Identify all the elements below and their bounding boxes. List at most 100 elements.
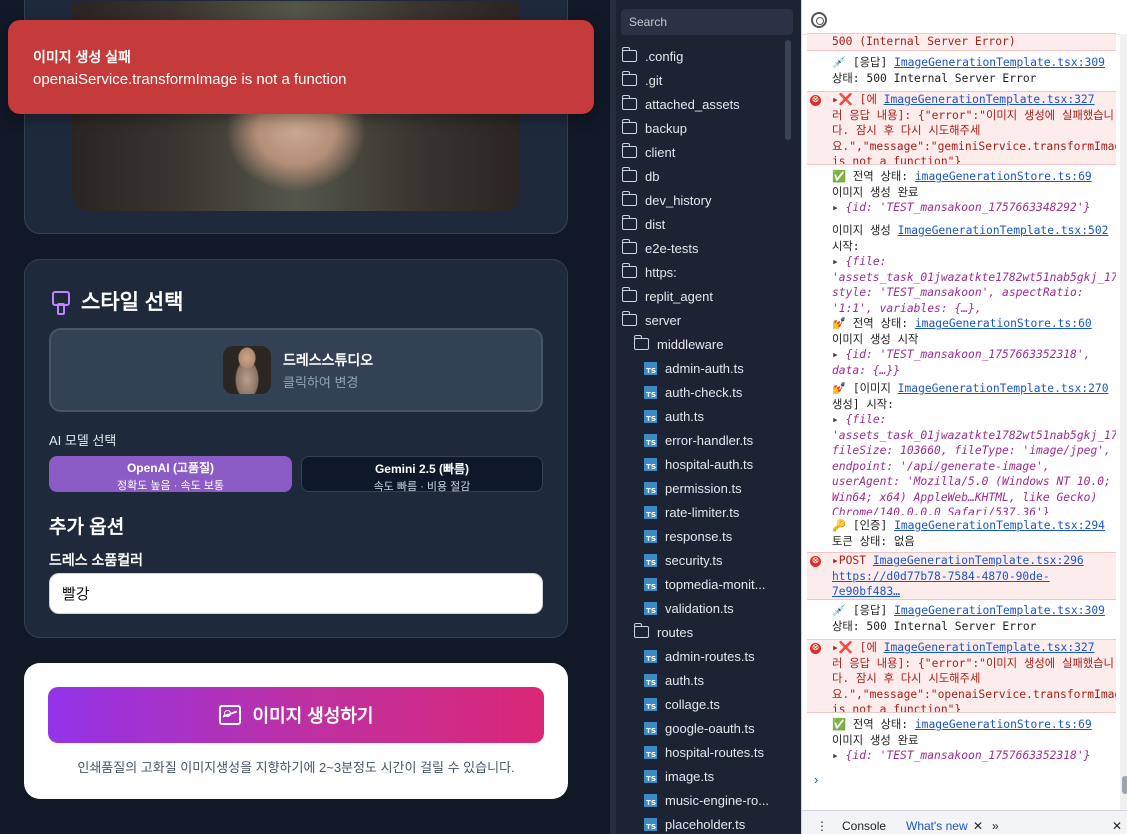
folder-icon <box>621 239 637 254</box>
tree-folder[interactable]: dist <box>621 212 666 236</box>
tree-folder[interactable]: routes <box>633 620 693 644</box>
tab-console[interactable]: Console <box>842 819 886 833</box>
expand-icon[interactable]: ▸ <box>832 749 846 762</box>
style-name: 드레스스튜디오 <box>283 352 374 368</box>
model-gemini-button[interactable]: Gemini 2.5 (빠름) 속도 빠름 · 비용 절감 <box>301 456 543 493</box>
tree-folder[interactable]: db <box>621 164 659 188</box>
source-link[interactable]: ImageGenerationTemplate.tsx:327 <box>884 641 1095 654</box>
tree-folder[interactable]: client <box>621 140 675 164</box>
source-link[interactable]: imageGenerationStore.ts:60 <box>915 317 1092 330</box>
tree-folder[interactable]: attached_assets <box>621 92 740 116</box>
style-selector[interactable]: 드레스스튜디오 클릭하여 변경 <box>49 328 543 412</box>
source-link[interactable]: ImageGenerationTemplate.tsx:309 <box>894 56 1105 69</box>
source-link[interactable]: imageGenerationStore.ts:69 <box>915 718 1092 731</box>
expand-icon[interactable]: ▸ <box>832 348 846 361</box>
tree-file[interactable]: TS security.ts <box>644 548 723 572</box>
tree-item-label: auth.ts <box>665 408 705 424</box>
console-log-entry[interactable]: 💅 전역 상태: imageGenerationStore.ts:60 이미지 생… <box>807 316 1116 378</box>
tree-scrollbar[interactable] <box>785 40 791 140</box>
console-log-entry[interactable]: ✅ 전역 상태: imageGenerationStore.ts:69 이미지 생… <box>807 169 1116 219</box>
expand-icon[interactable]: ▸ <box>832 413 846 426</box>
console-error-entry[interactable]: 500 (Internal Server Error) <box>807 33 1116 51</box>
tree-file[interactable]: TS validation.ts <box>644 596 734 620</box>
tree-folder[interactable]: https: <box>621 260 677 284</box>
console-log-entry[interactable]: 💉 [응답] ImageGenerationTemplate.tsx:309 상태… <box>807 603 1116 637</box>
tree-file[interactable]: TS auth.ts <box>644 404 704 428</box>
tree-item-label: validation.ts <box>665 600 734 616</box>
tree-file[interactable]: TS placeholder.ts <box>644 812 745 834</box>
tab-whats-new[interactable]: What's new <box>906 819 968 833</box>
tree-item-label: hospital-routes.ts <box>665 744 764 760</box>
error-icon: ⊗ <box>810 556 821 567</box>
close-icon[interactable]: ✕ <box>973 819 983 833</box>
request-url-link[interactable]: https://d0d77b78-7584-4870-90de-7e90bf48… <box>832 570 1050 599</box>
tree-file[interactable]: TS rate-limiter.ts <box>644 500 739 524</box>
folder-icon <box>621 311 637 326</box>
source-link[interactable]: imageGenerationStore.ts:69 <box>915 170 1092 183</box>
expand-icon[interactable]: ▸ <box>832 255 846 268</box>
source-link[interactable]: ImageGenerationTemplate.tsx:502 <box>898 224 1109 237</box>
tree-folder[interactable]: dev_history <box>621 188 711 212</box>
model-openai-button[interactable]: OpenAI (고품질) 정확도 높음 · 속도 보통 <box>49 456 292 492</box>
console-log-entry[interactable]: 💅 [이미지 ImageGenerationTemplate.tsx:270 생성… <box>807 381 1116 515</box>
dress-color-input[interactable] <box>49 573 543 614</box>
source-link[interactable]: ImageGenerationTemplate.tsx:327 <box>884 93 1095 106</box>
gear-icon[interactable] <box>811 12 827 28</box>
tree-file[interactable]: TS auth-check.ts <box>644 380 742 404</box>
tree-file[interactable]: TS image.ts <box>644 764 714 788</box>
tree-file[interactable]: TS auth.ts <box>644 668 704 692</box>
source-link[interactable]: ImageGenerationTemplate.tsx:309 <box>894 604 1105 617</box>
tree-folder[interactable]: .git <box>621 68 662 92</box>
tree-folder[interactable]: backup <box>621 116 687 140</box>
folder-icon <box>621 287 637 302</box>
close-drawer-icon[interactable]: ✕ <box>1112 819 1122 833</box>
devtools-drawer-tabs: ⋮ Console What's new ✕ » ✕ <box>802 810 1127 834</box>
source-link[interactable]: ImageGenerationTemplate.tsx:296 <box>873 554 1084 567</box>
expand-icon[interactable]: ▸ <box>832 201 846 214</box>
image-icon <box>218 705 241 725</box>
tree-file[interactable]: TS response.ts <box>644 524 732 548</box>
tree-folder[interactable]: middleware <box>633 332 723 356</box>
tree-folder[interactable]: e2e-tests <box>621 236 698 260</box>
typescript-file-icon: TS <box>644 361 657 375</box>
generate-image-button[interactable]: 이미지 생성하기 <box>48 687 544 743</box>
file-search-input[interactable] <box>621 9 793 35</box>
tree-file[interactable]: TS permission.ts <box>644 476 742 500</box>
log-prefix: 🔑 [인증] <box>832 519 888 532</box>
tree-file[interactable]: TS admin-auth.ts <box>644 356 744 380</box>
folder-icon <box>621 47 637 62</box>
error-toast[interactable]: 이미지 생성 실패 openaiService.transformImage i… <box>8 20 594 114</box>
console-error-entry[interactable]: ⊗ ▸POST ImageGenerationTemplate.tsx:296 ht… <box>807 552 1116 600</box>
source-link[interactable]: ImageGenerationTemplate.tsx:270 <box>898 382 1109 395</box>
tree-file[interactable]: TS collage.ts <box>644 692 720 716</box>
tree-file[interactable]: TS google-oauth.ts <box>644 716 755 740</box>
tree-file[interactable]: TS music-engine-ro... <box>644 788 769 812</box>
console-log-entry[interactable]: 🔑 [인증] ImageGenerationTemplate.tsx:294 토큰… <box>807 518 1116 548</box>
tree-item-label: dist <box>645 216 666 232</box>
log-prefix: 💅 전역 상태: <box>832 317 909 330</box>
console-scrollbar-track[interactable] <box>1120 34 1127 810</box>
console-log-entry[interactable]: 이미지 생성 ImageGenerationTemplate.tsx:502 시작… <box>807 223 1116 315</box>
console-log-entry[interactable]: 💉 [응답] ImageGenerationTemplate.tsx:309 상태… <box>807 55 1116 89</box>
console-error-entry[interactable]: ⊗ ▸❌ [에 ImageGenerationTemplate.tsx:327 러 … <box>807 639 1116 713</box>
tree-file[interactable]: TS hospital-routes.ts <box>644 740 764 764</box>
log-message: 이미지 생성 시작 <box>832 332 919 346</box>
source-link[interactable]: ImageGenerationTemplate.tsx:294 <box>894 519 1105 532</box>
toast-message: openaiService.transformImage is not a fu… <box>33 71 347 88</box>
tree-folder[interactable]: server <box>621 308 681 332</box>
tree-file[interactable]: TS error-handler.ts <box>644 428 753 452</box>
tree-file[interactable]: TS hospital-auth.ts <box>644 452 753 476</box>
console-log-entry[interactable]: ✅ 전역 상태: imageGenerationStore.ts:69 이미지 생… <box>807 717 1116 767</box>
folder-icon <box>621 71 637 86</box>
tree-file[interactable]: TS topmedia-monit... <box>644 572 765 596</box>
tree-folder[interactable]: .config <box>621 44 683 68</box>
console-error-entry[interactable]: ⊗ ▸❌ [에 ImageGenerationTemplate.tsx:327 러 … <box>807 91 1116 165</box>
typescript-file-icon: TS <box>644 457 657 471</box>
tree-file[interactable]: TS admin-routes.ts <box>644 644 755 668</box>
drawer-menu-icon[interactable]: ⋮ <box>816 819 828 833</box>
console-scrollbar-thumb[interactable] <box>1122 776 1127 794</box>
more-tabs-icon[interactable]: » <box>992 819 999 833</box>
model-openai-name: OpenAI (고품질) <box>126 461 215 475</box>
console-prompt[interactable]: › <box>814 772 818 787</box>
tree-folder[interactable]: replit_agent <box>621 284 713 308</box>
